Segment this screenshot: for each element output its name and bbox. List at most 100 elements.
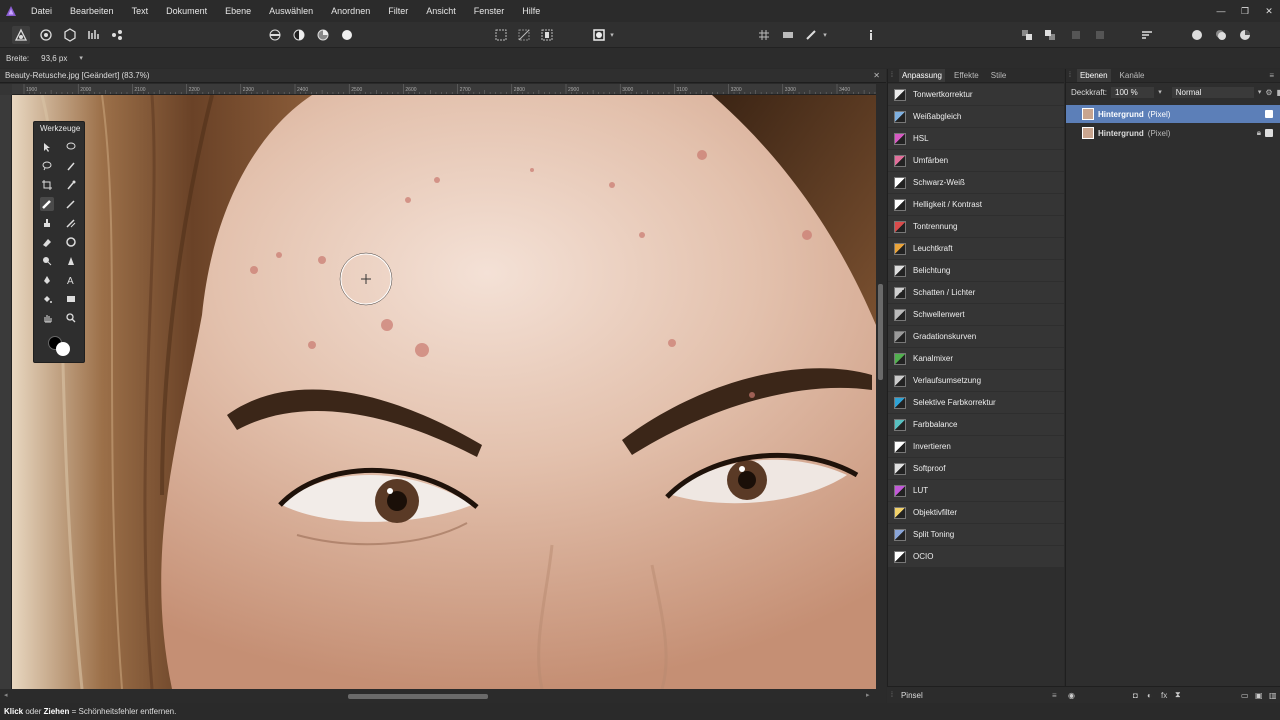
adjustment-item[interactable]: Invertieren xyxy=(888,436,1064,457)
develop-persona-icon[interactable] xyxy=(61,26,79,44)
adjustment-item[interactable]: Gradationskurven xyxy=(888,326,1064,347)
assistant-icon[interactable] xyxy=(779,26,797,44)
menu-item-ansicht[interactable]: Ansicht xyxy=(417,0,465,22)
quick-view-icon[interactable] xyxy=(1236,26,1254,44)
align-icon[interactable] xyxy=(1138,26,1156,44)
brush-assistant-icon[interactable] xyxy=(802,26,820,44)
adjustment-item[interactable]: Umfärben xyxy=(888,150,1064,171)
panel-menu-icon[interactable]: ≡ xyxy=(1052,691,1057,700)
width-value-field[interactable]: 93,6 px xyxy=(41,54,67,63)
rectangle-tool-icon[interactable] xyxy=(64,292,78,306)
minimize-icon[interactable]: — xyxy=(1216,6,1226,16)
scroll-right-icon[interactable]: ▸ xyxy=(866,691,870,699)
adjustment-item[interactable]: Tonwertkorrektur xyxy=(888,84,1064,105)
auto-white-balance-icon[interactable] xyxy=(338,26,356,44)
secondary-color-swatch[interactable] xyxy=(56,342,70,356)
assistant-dropdown-icon[interactable]: ▾ xyxy=(820,26,830,44)
eraser-tool-icon[interactable] xyxy=(40,235,54,249)
liquify-persona-icon[interactable] xyxy=(37,26,55,44)
adjustment-item[interactable]: Kanalmixer xyxy=(888,348,1064,369)
adjustment-item[interactable]: LUT xyxy=(888,480,1064,501)
adjustment-item[interactable]: Farbbalance xyxy=(888,414,1064,435)
move-tool-icon[interactable] xyxy=(40,140,54,154)
adjustment-item[interactable]: Verlaufsumsetzung xyxy=(888,370,1064,391)
layer-stack-icon[interactable]: ◉ xyxy=(1068,691,1075,700)
affinity-photo-logo-icon[interactable] xyxy=(0,0,22,22)
lasso-tool-icon[interactable] xyxy=(40,159,54,173)
live-filter-icon[interactable]: ⧗ xyxy=(1175,690,1181,700)
adjustment-item[interactable]: Selektive Farbkorrektur xyxy=(888,392,1064,413)
info-icon[interactable] xyxy=(862,26,880,44)
snapping-grid-icon[interactable] xyxy=(755,26,773,44)
panel-grip-icon[interactable]: ⁞ xyxy=(891,692,893,699)
menu-item-anordnen[interactable]: Anordnen xyxy=(322,0,379,22)
arrange-front-one-icon[interactable] xyxy=(1091,26,1109,44)
adjustment-item[interactable]: Weißabgleich xyxy=(888,106,1064,127)
arrange-back-icon[interactable] xyxy=(1018,26,1036,44)
arrange-front-icon[interactable] xyxy=(1067,26,1085,44)
color-swatches[interactable] xyxy=(46,334,72,358)
lock-icon[interactable]: ▮ xyxy=(1277,88,1280,97)
menu-item-hilfe[interactable]: Hilfe xyxy=(513,0,549,22)
menu-item-dokument[interactable]: Dokument xyxy=(157,0,216,22)
auto-colors-icon[interactable] xyxy=(314,26,332,44)
adjustment-item[interactable]: Softproof xyxy=(888,458,1064,479)
color-picker-tool-icon[interactable] xyxy=(64,178,78,192)
tab-anpassung[interactable]: Anpassung xyxy=(898,69,945,82)
panel-menu-icon[interactable]: ≡ xyxy=(1269,71,1274,80)
quick-mask-dropdown-icon[interactable]: ▾ xyxy=(607,26,617,44)
tone-mapping-persona-icon[interactable] xyxy=(85,26,103,44)
auto-contrast-icon[interactable] xyxy=(290,26,308,44)
brushes-panel-tab[interactable]: Pinsel xyxy=(901,691,923,700)
layer-row[interactable]: Hintergrund (Pixel) 🔒︎ xyxy=(1066,124,1280,142)
adjustment-item[interactable]: Schwellenwert xyxy=(888,304,1064,325)
menu-item-filter[interactable]: Filter xyxy=(379,0,417,22)
adjustment-item[interactable]: Split Toning xyxy=(888,524,1064,545)
zoom-tool-icon[interactable] xyxy=(64,311,78,325)
adjustment-item[interactable]: Tontrennung xyxy=(888,216,1064,237)
hand-tool-icon[interactable] xyxy=(40,311,54,325)
fill-tool-icon[interactable] xyxy=(40,292,54,306)
horizontal-scroll-thumb[interactable] xyxy=(348,694,488,699)
tab-ebenen[interactable]: Ebenen xyxy=(1076,69,1111,82)
persona-view-icon[interactable] xyxy=(1188,26,1206,44)
scroll-left-icon[interactable]: ◂ xyxy=(4,691,8,699)
smudge-tool-icon[interactable] xyxy=(64,235,78,249)
tab-kanaele[interactable]: Kanäle xyxy=(1117,71,1148,80)
menu-item-text[interactable]: Text xyxy=(123,0,158,22)
menu-item-bearbeiten[interactable]: Bearbeiten xyxy=(61,0,123,22)
restore-icon[interactable]: ❐ xyxy=(1240,6,1250,16)
menu-item-datei[interactable]: Datei xyxy=(22,0,61,22)
quick-mask-icon[interactable] xyxy=(590,26,608,44)
fx-icon[interactable]: fx xyxy=(1161,691,1167,700)
auto-levels-icon[interactable] xyxy=(266,26,284,44)
width-dropdown-icon[interactable]: ▾ xyxy=(79,54,83,62)
panel-grip-icon[interactable]: ⁞ xyxy=(891,72,893,79)
deselect-icon[interactable] xyxy=(515,26,533,44)
layer-settings-gear-icon[interactable]: ⚙ xyxy=(1265,88,1272,97)
photo-persona-icon[interactable] xyxy=(12,26,30,44)
blend-mode-select[interactable]: Normal xyxy=(1171,86,1254,98)
opacity-dropdown-icon[interactable]: ▾ xyxy=(1158,88,1162,96)
vertical-scrollbar[interactable] xyxy=(876,84,886,689)
mask-layer-icon[interactable]: ◘ xyxy=(1133,691,1138,700)
clone-tool-icon[interactable] xyxy=(40,216,54,230)
horizontal-scrollbar[interactable]: ◂ ▸ xyxy=(0,689,886,703)
ruler-corner[interactable] xyxy=(0,84,12,95)
adjustment-item[interactable]: Belichtung xyxy=(888,260,1064,281)
close-document-icon[interactable]: ✕ xyxy=(873,71,880,80)
arrange-forward-icon[interactable] xyxy=(1041,26,1059,44)
delete-layer-icon[interactable]: ▥ xyxy=(1269,691,1277,700)
adjustment-item[interactable]: Helligkeit / Kontrast xyxy=(888,194,1064,215)
tab-stile[interactable]: Stile xyxy=(988,71,1010,80)
horizontal-ruler[interactable]: 1900 2000 2100 2200 2300 2400 2500 2600 2700 2800… xyxy=(12,84,876,95)
adjustment-item[interactable]: Schwarz-Weiß xyxy=(888,172,1064,193)
adjustment-item[interactable]: Objektivfilter xyxy=(888,502,1064,523)
add-layer-icon[interactable]: ▣ xyxy=(1255,691,1263,700)
text-tool-icon[interactable]: A xyxy=(64,273,78,287)
document-tab[interactable]: Beauty-Retusche.jpg [Geändert] (83.7%) ✕ xyxy=(0,69,886,83)
layer-visibility-checkbox[interactable] xyxy=(1265,110,1273,118)
group-layers-icon[interactable]: ▭ xyxy=(1241,691,1249,700)
sharpen-tool-icon[interactable] xyxy=(64,254,78,268)
crop-tool-icon[interactable] xyxy=(40,178,54,192)
